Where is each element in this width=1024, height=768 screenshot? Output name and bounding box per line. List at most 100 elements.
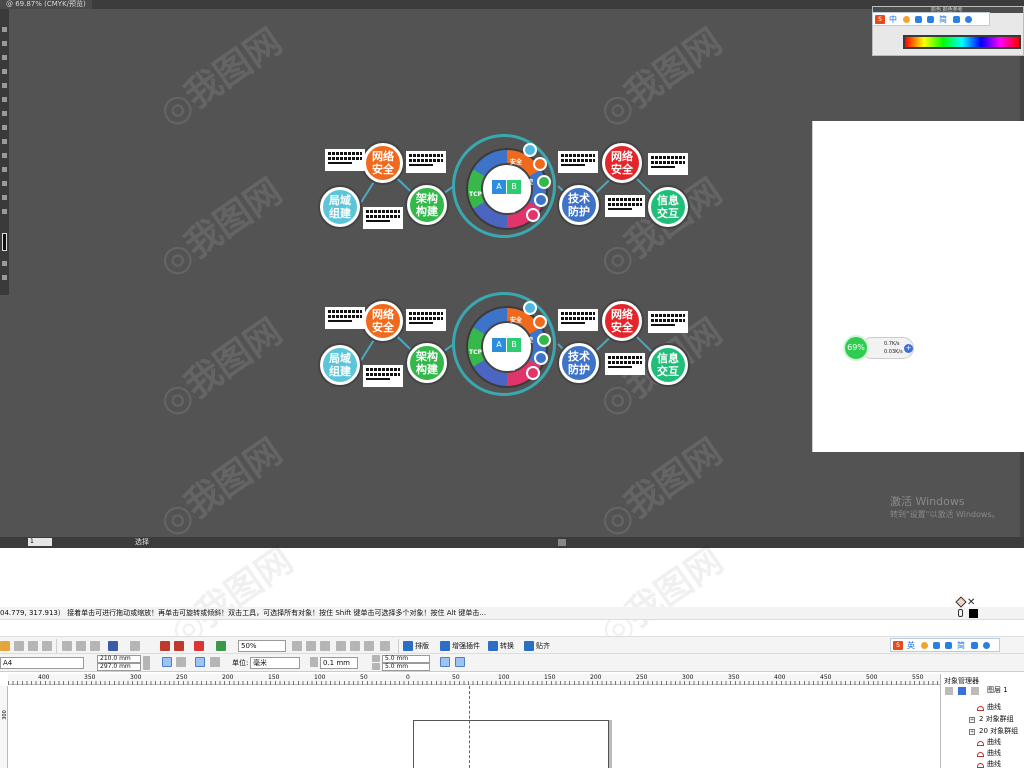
new-icon[interactable] bbox=[0, 641, 10, 651]
draw-bounds-icon[interactable] bbox=[455, 657, 465, 667]
mini-badge-icon[interactable] bbox=[534, 351, 548, 365]
current-page-icon[interactable] bbox=[210, 657, 220, 667]
show-props-icon[interactable] bbox=[945, 687, 953, 695]
horizontal-scroll-thumb[interactable] bbox=[558, 539, 566, 546]
net-speed-widget[interactable]: 0.7K/s 0.03K/s + 69% bbox=[843, 335, 915, 361]
mini-badge-icon[interactable] bbox=[534, 193, 548, 207]
welcome-icon[interactable] bbox=[216, 641, 226, 651]
paper-size-select[interactable]: A4 bbox=[0, 657, 84, 669]
memory-percent[interactable]: 69% bbox=[843, 335, 869, 361]
selection-tool-icon[interactable] bbox=[2, 27, 7, 32]
import-icon[interactable] bbox=[160, 641, 170, 651]
zoom-selected-icon[interactable] bbox=[320, 641, 330, 651]
ime-simplified[interactable]: 简 bbox=[957, 640, 965, 651]
zoom-out-icon[interactable] bbox=[306, 641, 316, 651]
infographic-group[interactable]: 网络安全 局域组建 架构构建 技术防护 网络安全 信息交互 A B 安全 监控 TCP 数据 bbox=[318, 134, 698, 238]
node-network-security[interactable]: 网络安全 bbox=[602, 143, 642, 183]
size-spin-buttons[interactable] bbox=[143, 656, 150, 670]
cut-icon[interactable] bbox=[62, 641, 72, 651]
brush-tool-icon[interactable] bbox=[2, 111, 7, 116]
node-network-security[interactable]: 网络安全 bbox=[363, 143, 403, 183]
rect-tool-icon[interactable] bbox=[2, 97, 7, 102]
gear-icon[interactable] bbox=[983, 642, 990, 649]
moon-icon[interactable] bbox=[903, 16, 910, 23]
speedup-plus-icon[interactable]: + bbox=[904, 344, 913, 353]
snap-icon[interactable] bbox=[524, 641, 534, 651]
scale-tool-icon[interactable] bbox=[2, 153, 7, 158]
line-tool-icon[interactable] bbox=[2, 83, 7, 88]
all-pages-icon[interactable] bbox=[195, 657, 205, 667]
pencil-tool-icon[interactable] bbox=[2, 125, 7, 130]
screen-mode-icon[interactable] bbox=[2, 275, 7, 280]
direct-select-tool-icon[interactable] bbox=[2, 41, 7, 46]
object-item[interactable]: 曲线 bbox=[987, 749, 1001, 758]
ime-toolbar[interactable]: S 中 简 bbox=[872, 12, 990, 26]
save-icon[interactable] bbox=[28, 641, 38, 651]
object-group-item[interactable]: 20 对象群组 bbox=[979, 727, 1018, 736]
ime-lang-en[interactable]: 英 bbox=[907, 640, 915, 651]
node-lan-build[interactable]: 局域组建 bbox=[320, 345, 360, 385]
print-icon[interactable] bbox=[42, 641, 52, 651]
expand-icon[interactable]: + bbox=[969, 729, 975, 735]
document-tab[interactable]: @ 69.87% (CMYK/预览) bbox=[0, 0, 92, 9]
skin-icon[interactable] bbox=[953, 16, 960, 23]
duplicate-y-field[interactable]: 5.0 mm bbox=[382, 663, 430, 671]
menu-convert[interactable]: 转换 bbox=[500, 640, 514, 652]
fill-stroke-swatch[interactable] bbox=[2, 233, 7, 251]
mini-badge-icon[interactable] bbox=[526, 208, 540, 222]
landscape-icon[interactable] bbox=[176, 657, 186, 667]
object-item[interactable]: 曲线 bbox=[987, 760, 1001, 768]
vertical-ruler[interactable]: 300 bbox=[0, 686, 8, 768]
node-arch-build[interactable]: 架构构建 bbox=[407, 343, 447, 383]
object-item[interactable]: 曲线 bbox=[987, 703, 1001, 712]
infographic-group[interactable]: 网络安全 局域组建 架构构建 技术防护 网络安全 信息交互 A B 安全 监控 TCP 数据 bbox=[318, 292, 698, 396]
mini-badge-icon[interactable] bbox=[537, 333, 551, 347]
zoom-page-icon[interactable] bbox=[350, 641, 360, 651]
mini-badge-icon[interactable] bbox=[533, 315, 547, 329]
zoom-all-icon[interactable] bbox=[336, 641, 346, 651]
redo-icon[interactable] bbox=[130, 641, 140, 651]
node-info-exchange[interactable]: 信息交互 bbox=[648, 345, 688, 385]
zoom-width-icon[interactable] bbox=[364, 641, 374, 651]
horizontal-ruler[interactable]: 400 350 300 250 200 150 100 50 0 50 100 150 200 250 30… bbox=[8, 674, 940, 685]
width-tool-icon[interactable] bbox=[2, 167, 7, 172]
plugin-icon[interactable] bbox=[440, 641, 450, 651]
shape-builder-tool-icon[interactable] bbox=[2, 181, 7, 186]
mini-badge-icon[interactable] bbox=[523, 143, 537, 157]
page-width-field[interactable]: 210.0 mm bbox=[97, 655, 141, 663]
layer-label[interactable]: 图层 1 bbox=[987, 686, 1008, 695]
edit-layers-icon[interactable] bbox=[958, 687, 966, 695]
gear-icon[interactable] bbox=[965, 16, 972, 23]
menu-plugins[interactable]: 增强插件 bbox=[452, 640, 480, 652]
node-network-security[interactable]: 网络安全 bbox=[602, 301, 642, 341]
fill-outline-indicator[interactable]: ✕ bbox=[955, 596, 979, 619]
mini-badge-icon[interactable] bbox=[533, 157, 547, 171]
artboard-number-field[interactable]: 1 bbox=[28, 538, 52, 546]
eyedropper-tool-icon[interactable] bbox=[2, 209, 7, 214]
rotate-tool-icon[interactable] bbox=[2, 139, 7, 144]
keyboard-icon[interactable] bbox=[945, 642, 952, 649]
duplicate-x-field[interactable]: 5.0 mm bbox=[382, 655, 430, 663]
artboard-page[interactable] bbox=[812, 121, 1024, 452]
treat-as-filled-icon[interactable] bbox=[440, 657, 450, 667]
copy-icon[interactable] bbox=[76, 641, 86, 651]
layout-icon[interactable] bbox=[403, 641, 413, 651]
punctuation-icon[interactable] bbox=[915, 16, 922, 23]
ime-lang-zh[interactable]: 中 bbox=[889, 14, 897, 25]
zoom-in-icon[interactable] bbox=[292, 641, 302, 651]
node-lan-build[interactable]: 局域组建 bbox=[320, 187, 360, 227]
menu-layout[interactable]: 排版 bbox=[415, 640, 429, 652]
object-group-item[interactable]: 2 对象群组 bbox=[979, 715, 1014, 724]
node-tech-protect[interactable]: 技术防护 bbox=[559, 185, 599, 225]
expand-icon[interactable]: + bbox=[969, 717, 975, 723]
moon-icon[interactable] bbox=[921, 642, 928, 649]
ime-simplified[interactable]: 简 bbox=[939, 14, 947, 25]
open-icon[interactable] bbox=[14, 641, 24, 651]
portrait-icon[interactable] bbox=[162, 657, 172, 667]
type-tool-icon[interactable] bbox=[2, 69, 7, 74]
zoom-height-icon[interactable] bbox=[380, 641, 390, 651]
paste-icon[interactable] bbox=[90, 641, 100, 651]
convert-icon[interactable] bbox=[488, 641, 498, 651]
mini-badge-icon[interactable] bbox=[526, 366, 540, 380]
node-info-exchange[interactable]: 信息交互 bbox=[648, 187, 688, 227]
